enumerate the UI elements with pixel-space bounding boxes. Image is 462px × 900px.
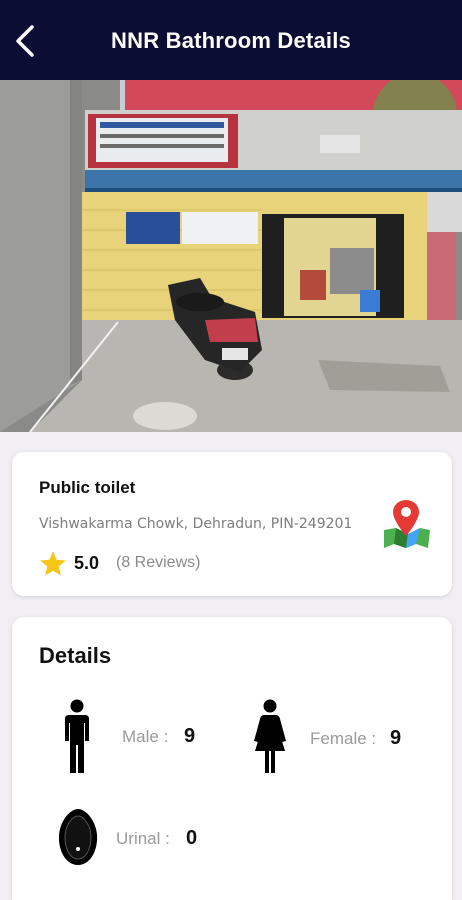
male-count: 9 [184, 725, 196, 747]
details-title: Details [39, 643, 112, 668]
urinal-label: Urinal : [116, 829, 170, 848]
review-count[interactable]: (8 Reviews) [116, 554, 200, 572]
top-app-bar: NNR Bathroom Details [0, 0, 462, 80]
place-address: Vishwakarma Chowk, Dehradun, PIN-249201 [39, 516, 353, 532]
female-icon [254, 699, 286, 773]
place-type: Public toilet [39, 478, 136, 497]
details-card: Details Male : 9 Female : 9 Urinal : 0 [12, 617, 452, 900]
male-icon [65, 699, 89, 773]
rating-value: 5.0 [74, 553, 100, 573]
urinal-count: 0 [186, 827, 198, 849]
urinal-icon [58, 809, 98, 865]
place-summary-card: Public toilet Vishwakarma Chowk, Dehradu… [12, 452, 452, 596]
facility-photo [0, 80, 462, 432]
page-title: NNR Bathroom Details [111, 28, 351, 53]
female-label: Female : [310, 729, 377, 748]
map-pin-icon[interactable] [382, 498, 432, 550]
star-icon [40, 551, 66, 576]
male-label: Male : [122, 727, 169, 746]
female-count: 9 [390, 727, 402, 749]
